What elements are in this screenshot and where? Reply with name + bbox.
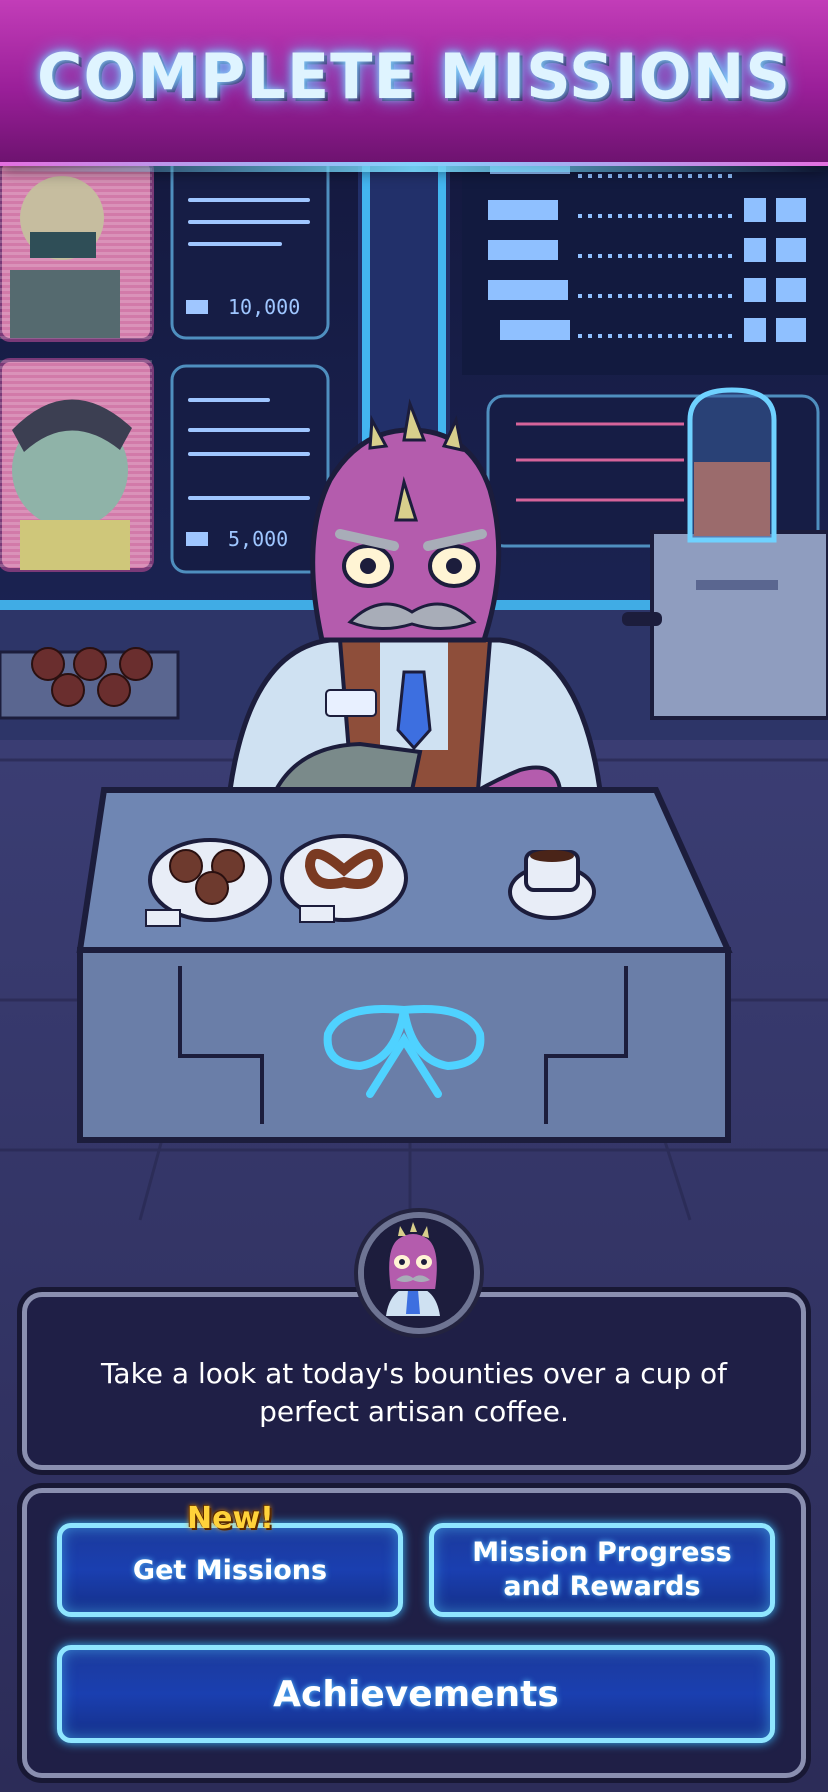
get-missions-label: Get Missions — [132, 1554, 328, 1586]
mission-progress-label-line2: and Rewards — [503, 1571, 701, 1602]
new-badge: New! — [187, 1501, 274, 1536]
speaker-portrait — [358, 1212, 480, 1334]
mission-action-panel: New! Get Missions Mission Progress and R… — [22, 1488, 806, 1778]
bounty-reward-2: 5,000 — [228, 527, 288, 551]
bounty-reward-1: 10,000 — [228, 295, 300, 319]
achievements-button[interactable]: Achievements — [57, 1645, 775, 1743]
barista-avatar — [364, 1218, 462, 1316]
dialog-text: Take a look at today's bounties over a c… — [100, 1357, 728, 1428]
mission-progress-button[interactable]: Mission Progress and Rewards — [429, 1523, 775, 1617]
screen-title: COMPLETE MISSIONS — [36, 40, 792, 113]
mission-progress-label-line1: Mission Progress — [472, 1537, 732, 1568]
title-banner: COMPLETE MISSIONS — [0, 0, 828, 172]
get-missions-button[interactable]: Get Missions — [57, 1523, 403, 1617]
achievements-label: Achievements — [273, 1673, 559, 1715]
